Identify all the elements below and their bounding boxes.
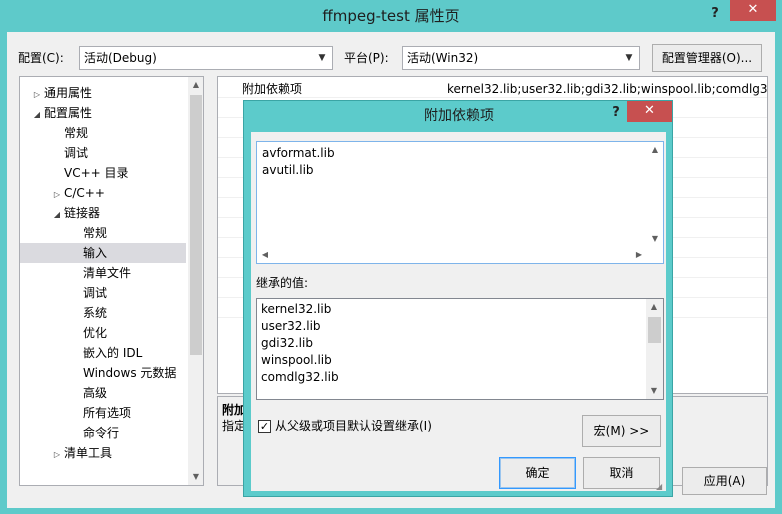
property-name[interactable]: 附加依赖项 bbox=[242, 81, 302, 97]
tree-scrollbar[interactable]: ▲ ▼ bbox=[188, 77, 203, 485]
tree-item[interactable]: 优化 bbox=[20, 323, 186, 343]
platform-value: 活动(Win32) bbox=[407, 51, 479, 65]
grid-row-line bbox=[218, 97, 767, 98]
tree-item[interactable]: VC++ 目录 bbox=[20, 163, 186, 183]
scroll-up-icon[interactable]: ▲ bbox=[646, 299, 662, 315]
tree-item-label: 调试 bbox=[64, 146, 89, 160]
cancel-button[interactable]: 取消 bbox=[583, 457, 660, 489]
tree-item-label: 嵌入的 IDL bbox=[83, 346, 143, 360]
collapse-icon[interactable]: ◢ bbox=[30, 105, 44, 125]
tree-item-label: 所有选项 bbox=[83, 406, 132, 420]
chevron-down-icon: ▼ bbox=[625, 53, 633, 63]
inherited-line: gdi32.lib bbox=[261, 336, 313, 350]
scroll-up-icon[interactable]: ▲ bbox=[188, 77, 203, 93]
config-label: 配置(C): bbox=[18, 51, 64, 65]
tree-item-label: 常规 bbox=[83, 226, 108, 240]
scroll-right-icon[interactable]: ▶ bbox=[631, 247, 647, 263]
platform-label: 平台(P): bbox=[344, 51, 389, 65]
tree-item-label: 优化 bbox=[83, 326, 108, 340]
tree-item[interactable]: ▷ 清单工具 bbox=[20, 443, 186, 463]
additional-dependencies-dialog: 附加依赖项 ? ✕ avformat.lib avutil.lib ▲ ▼ ◀ … bbox=[243, 100, 673, 497]
tree-item[interactable]: ◢ 链接器 bbox=[20, 203, 186, 223]
tree-item-label: 高级 bbox=[83, 386, 108, 400]
tree-item[interactable]: 清单文件 bbox=[20, 263, 186, 283]
tree-item[interactable]: ▷ 通用属性 bbox=[20, 83, 186, 103]
tree-scroll-thumb[interactable] bbox=[190, 95, 202, 355]
chevron-down-icon: ▼ bbox=[318, 53, 326, 63]
tree-item-label: 命令行 bbox=[83, 426, 120, 440]
property-value[interactable]: kernel32.lib;user32.lib;gdi32.lib;winspo… bbox=[447, 81, 767, 97]
tree-item[interactable]: 输入 bbox=[20, 243, 186, 263]
tree-item-label: 输入 bbox=[83, 246, 108, 260]
tree-item[interactable]: Windows 元数据 bbox=[20, 363, 186, 383]
config-value: 活动(Debug) bbox=[84, 51, 157, 65]
inherited-values-list: kernel32.lib user32.lib gdi32.lib winspo… bbox=[256, 298, 664, 400]
tree-item[interactable]: 调试 bbox=[20, 143, 186, 163]
inherited-line: comdlg32.lib bbox=[261, 370, 339, 384]
property-tree: ▷ 通用属性 ◢ 配置属性 常规 调试 VC++ 目录 ▷ C/C++ ◢ 链接器 常规 输入 清单文件调… bbox=[19, 76, 204, 486]
tree-item-label: 常规 bbox=[64, 126, 89, 140]
inherited-line: user32.lib bbox=[261, 319, 321, 333]
inherited-line: winspool.lib bbox=[261, 353, 332, 367]
close-icon[interactable]: ✕ bbox=[627, 101, 672, 122]
collapse-icon[interactable]: ◢ bbox=[50, 205, 64, 225]
tree-item[interactable]: ▷ C/C++ bbox=[20, 183, 186, 203]
tree-item-label: 调试 bbox=[83, 286, 108, 300]
expand-icon[interactable]: ▷ bbox=[50, 185, 64, 205]
tree-item-label: VC++ 目录 bbox=[64, 166, 129, 180]
tree-item[interactable]: 高级 bbox=[20, 383, 186, 403]
apply-button[interactable]: 应用(A) bbox=[682, 467, 767, 495]
close-icon[interactable]: ✕ bbox=[730, 0, 776, 21]
tree-item-label: 链接器 bbox=[64, 206, 101, 220]
edit-line: avutil.lib bbox=[262, 163, 314, 177]
tree-item[interactable]: 调试 bbox=[20, 283, 186, 303]
scroll-down-icon[interactable]: ▼ bbox=[647, 231, 663, 247]
scroll-down-icon[interactable]: ▼ bbox=[646, 383, 662, 399]
inherit-checkbox[interactable]: ✓ bbox=[258, 420, 271, 433]
tree-item[interactable]: 嵌入的 IDL bbox=[20, 343, 186, 363]
edit-line: avformat.lib bbox=[262, 146, 335, 160]
scroll-up-icon[interactable]: ▲ bbox=[647, 142, 663, 158]
inherit-checkbox-label[interactable]: 从父级或项目默认设置继承(I) bbox=[275, 417, 432, 435]
window-title: ffmpeg-test 属性页 bbox=[322, 7, 460, 25]
tree-item[interactable]: 常规 bbox=[20, 123, 186, 143]
expand-icon[interactable]: ▷ bbox=[30, 85, 44, 105]
edit-vertical-scrollbar[interactable]: ▲ ▼ bbox=[647, 142, 663, 247]
config-manager-button[interactable]: 配置管理器(O)... bbox=[652, 44, 762, 72]
dependencies-edit-box[interactable]: avformat.lib avutil.lib ▲ ▼ ◀ ▶ bbox=[256, 141, 664, 264]
tree-item[interactable]: ◢ 配置属性 bbox=[20, 103, 186, 123]
tree-item-label: Windows 元数据 bbox=[83, 366, 177, 380]
expand-icon[interactable]: ▷ bbox=[50, 445, 64, 465]
tree-item-label: 清单文件 bbox=[83, 266, 132, 280]
tree-item-label: 系统 bbox=[83, 306, 108, 320]
resize-grip-icon[interactable]: ◢ bbox=[656, 482, 664, 491]
inherited-line: kernel32.lib bbox=[261, 302, 332, 316]
dialog-client-area: avformat.lib avutil.lib ▲ ▼ ◀ ▶ 继承的值: ke… bbox=[251, 132, 666, 491]
inherited-scrollbar[interactable]: ▲ ▼ bbox=[646, 299, 663, 399]
tree-item[interactable]: 所有选项 bbox=[20, 403, 186, 423]
help-icon[interactable]: ? bbox=[705, 4, 725, 24]
tree-item[interactable]: 命令行 bbox=[20, 423, 186, 443]
tree-item-label: 清单工具 bbox=[64, 446, 113, 460]
tree-item[interactable]: 常规 bbox=[20, 223, 186, 243]
scroll-left-icon[interactable]: ◀ bbox=[257, 247, 273, 263]
tree-item-label: 配置属性 bbox=[44, 106, 93, 120]
platform-combo[interactable]: 活动(Win32) ▼ bbox=[402, 46, 640, 70]
ok-button[interactable]: 确定 bbox=[499, 457, 576, 489]
inherited-values-label: 继承的值: bbox=[256, 276, 309, 290]
scroll-down-icon[interactable]: ▼ bbox=[188, 469, 203, 485]
edit-horizontal-scrollbar[interactable]: ◀ ▶ bbox=[257, 247, 647, 263]
tree-item-label: 通用属性 bbox=[44, 86, 93, 100]
macro-button[interactable]: 宏(M) >> bbox=[582, 415, 661, 447]
help-icon[interactable]: ? bbox=[606, 103, 626, 123]
tree-item-label: C/C++ bbox=[64, 186, 105, 200]
inherited-scroll-thumb[interactable] bbox=[648, 317, 661, 343]
tree-item[interactable]: 系统 bbox=[20, 303, 186, 323]
config-combo[interactable]: 活动(Debug) ▼ bbox=[79, 46, 333, 70]
